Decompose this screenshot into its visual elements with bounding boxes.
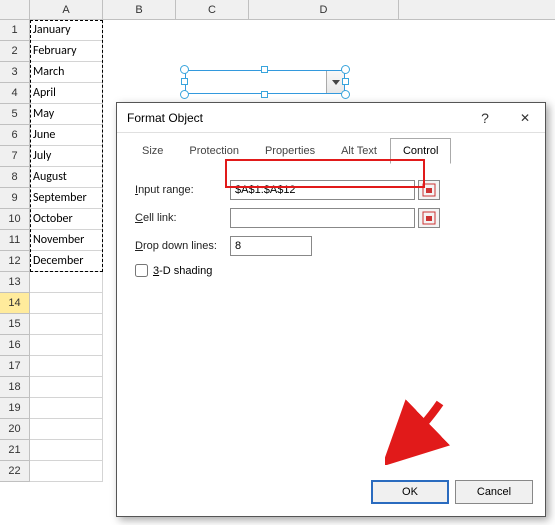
row-header[interactable]: 11 <box>0 230 30 251</box>
select-all-corner[interactable] <box>0 0 30 19</box>
row-header[interactable]: 14 <box>0 293 30 314</box>
cell-link-label: Cell link: <box>135 212 230 224</box>
cell[interactable]: January <box>30 20 103 41</box>
resize-handle-tr[interactable] <box>341 65 350 74</box>
row-header[interactable]: 10 <box>0 209 30 230</box>
row-header[interactable]: 2 <box>0 41 30 62</box>
row-header[interactable]: 21 <box>0 440 30 461</box>
row-header[interactable]: 15 <box>0 314 30 335</box>
row-header[interactable]: 5 <box>0 104 30 125</box>
row-header[interactable]: 4 <box>0 83 30 104</box>
row-header[interactable]: 8 <box>0 167 30 188</box>
tab-alt-text[interactable]: Alt Text <box>328 138 390 164</box>
input-range-label: Input range: <box>135 184 230 196</box>
close-button[interactable] <box>505 103 545 133</box>
row-header[interactable]: 1 <box>0 20 30 41</box>
dialog-body: Input range: Cell link: Drop down lines:… <box>117 164 545 293</box>
cell[interactable] <box>30 419 103 440</box>
help-button[interactable] <box>465 103 505 133</box>
cell[interactable] <box>30 356 103 377</box>
row-header[interactable]: 9 <box>0 188 30 209</box>
drop-down-lines-field[interactable] <box>230 236 312 256</box>
tab-properties[interactable]: Properties <box>252 138 328 164</box>
cell[interactable]: May <box>30 104 103 125</box>
resize-handle-br[interactable] <box>341 90 350 99</box>
cell[interactable] <box>30 272 103 293</box>
resize-handle-l[interactable] <box>181 78 188 85</box>
cell[interactable]: June <box>30 125 103 146</box>
row: 1January <box>0 20 555 41</box>
cell[interactable] <box>30 398 103 419</box>
cell[interactable]: December <box>30 251 103 272</box>
row-header[interactable]: 3 <box>0 62 30 83</box>
cell[interactable] <box>30 440 103 461</box>
col-header-a[interactable]: A <box>30 0 103 19</box>
row-header[interactable]: 6 <box>0 125 30 146</box>
cell[interactable] <box>30 335 103 356</box>
cell[interactable]: October <box>30 209 103 230</box>
resize-handle-tl[interactable] <box>180 65 189 74</box>
dialog-titlebar[interactable]: Format Object <box>117 103 545 133</box>
row-header[interactable]: 16 <box>0 335 30 356</box>
dialog-tabs: Size Protection Properties Alt Text Cont… <box>117 138 545 164</box>
row-header[interactable]: 22 <box>0 461 30 482</box>
row-header[interactable]: 7 <box>0 146 30 167</box>
range-picker-icon[interactable] <box>418 208 440 228</box>
col-header-c[interactable]: C <box>176 0 249 19</box>
resize-handle-b[interactable] <box>261 91 268 98</box>
drop-down-lines-label: Drop down lines: <box>135 240 230 252</box>
cell[interactable]: March <box>30 62 103 83</box>
combobox-form-control[interactable] <box>185 70 345 94</box>
cell[interactable] <box>30 377 103 398</box>
dialog-title-text: Format Object <box>127 111 203 125</box>
cancel-button[interactable]: Cancel <box>455 480 533 504</box>
cell[interactable] <box>30 461 103 482</box>
format-object-dialog: Format Object Size Protection Properties… <box>116 102 546 517</box>
cell[interactable]: April <box>30 83 103 104</box>
row-header[interactable]: 20 <box>0 419 30 440</box>
cell[interactable]: September <box>30 188 103 209</box>
cell[interactable] <box>30 293 103 314</box>
row-header[interactable]: 18 <box>0 377 30 398</box>
row-header[interactable]: 17 <box>0 356 30 377</box>
tab-size[interactable]: Size <box>129 138 176 164</box>
range-picker-icon[interactable] <box>418 180 440 200</box>
column-headers-row: A B C D <box>0 0 555 20</box>
cell[interactable]: July <box>30 146 103 167</box>
row-header[interactable]: 19 <box>0 398 30 419</box>
cell[interactable] <box>30 314 103 335</box>
cell[interactable]: November <box>30 230 103 251</box>
tab-protection[interactable]: Protection <box>176 138 252 164</box>
shading-label: 3-D shading <box>153 265 212 277</box>
row-header[interactable]: 13 <box>0 272 30 293</box>
resize-handle-t[interactable] <box>261 66 268 73</box>
col-header-d[interactable]: D <box>249 0 399 19</box>
dialog-button-bar: OK Cancel <box>371 480 533 504</box>
input-range-field[interactable] <box>230 180 415 200</box>
cell-link-field[interactable] <box>230 208 415 228</box>
tab-control[interactable]: Control <box>390 138 451 164</box>
shading-checkbox[interactable] <box>135 264 148 277</box>
row-header[interactable]: 12 <box>0 251 30 272</box>
row: 2February <box>0 41 555 62</box>
cell[interactable]: February <box>30 41 103 62</box>
ok-button[interactable]: OK <box>371 480 449 504</box>
resize-handle-bl[interactable] <box>180 90 189 99</box>
cell[interactable]: August <box>30 167 103 188</box>
resize-handle-r[interactable] <box>342 78 349 85</box>
col-header-b[interactable]: B <box>103 0 176 19</box>
